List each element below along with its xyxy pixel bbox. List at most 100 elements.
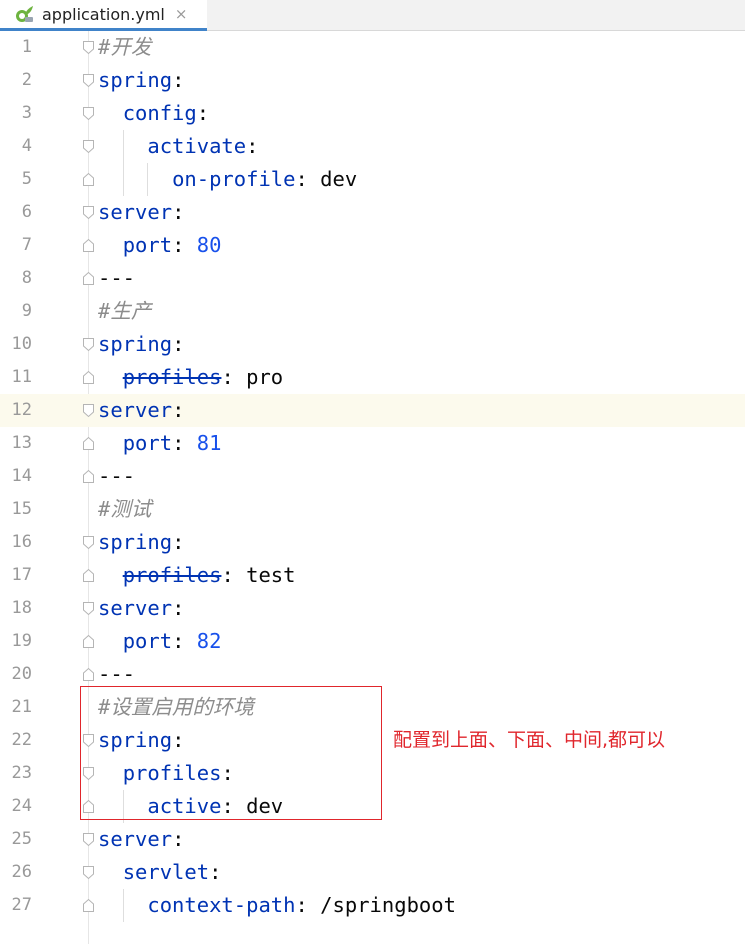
code-text: profiles: pro <box>98 361 283 394</box>
code-line[interactable]: 2 spring: <box>0 64 745 97</box>
line-number: 20 <box>11 664 32 684</box>
code-token: --- <box>98 662 136 686</box>
code-line[interactable]: 7 port: 80 <box>0 229 745 262</box>
fold-collapse-icon[interactable] <box>82 865 95 880</box>
code-token: : <box>172 596 185 620</box>
code-token: profiles <box>122 365 222 389</box>
code-token: config <box>122 101 197 125</box>
line-number: 27 <box>11 895 32 915</box>
code-line[interactable]: 11 profiles: pro <box>0 361 745 394</box>
fold-collapse-icon[interactable] <box>82 205 95 220</box>
line-number: 10 <box>11 334 32 354</box>
code-line[interactable]: 8 --- <box>0 262 745 295</box>
fold-end-icon[interactable] <box>82 469 95 484</box>
code-token: context-path <box>147 893 296 917</box>
line-number: 26 <box>11 862 32 882</box>
fold-end-icon[interactable] <box>82 271 95 286</box>
code-line[interactable]: 13 port: 81 <box>0 427 745 460</box>
fold-collapse-icon[interactable] <box>82 40 95 55</box>
code-token: : <box>172 431 197 455</box>
code-token: : <box>172 332 185 356</box>
code-token: #生产 <box>98 299 152 323</box>
fold-collapse-icon[interactable] <box>82 601 95 616</box>
line-number: 16 <box>11 532 32 552</box>
line-number: 13 <box>11 433 32 453</box>
code-token: : <box>172 200 185 224</box>
fold-end-icon[interactable] <box>82 568 95 583</box>
code-text: on-profile: dev <box>98 163 357 196</box>
code-text: config: <box>98 97 209 130</box>
code-text: server: <box>98 823 184 856</box>
code-text: profiles: test <box>98 559 296 592</box>
annotation-highlight-box <box>80 686 382 820</box>
line-number: 4 <box>21 136 32 156</box>
annotation-note: 配置到上面、下面、中间,都可以 <box>393 729 666 751</box>
code-token: port <box>122 431 173 455</box>
code-token: : <box>172 233 197 257</box>
code-line[interactable]: 18 server: <box>0 592 745 625</box>
code-line[interactable]: 27 context-path: /springboot <box>0 889 745 922</box>
code-line[interactable]: 19 port: 82 <box>0 625 745 658</box>
code-token: profiles <box>122 563 222 587</box>
code-text: port: 81 <box>98 427 222 460</box>
code-text: context-path: /springboot <box>98 889 456 922</box>
code-token: activate <box>147 134 247 158</box>
line-number: 7 <box>21 235 32 255</box>
line-number: 11 <box>11 367 32 387</box>
fold-end-icon[interactable] <box>82 436 95 451</box>
code-token: : <box>172 530 185 554</box>
fold-end-icon[interactable] <box>82 238 95 253</box>
code-line[interactable]: 16 spring: <box>0 526 745 559</box>
code-text: server: <box>98 196 184 229</box>
fold-collapse-icon[interactable] <box>82 535 95 550</box>
fold-collapse-icon[interactable] <box>82 106 95 121</box>
line-number: 8 <box>21 268 32 288</box>
line-number: 21 <box>11 697 32 717</box>
code-text: server: <box>98 592 184 625</box>
code-token: : <box>246 134 259 158</box>
line-number: 2 <box>21 70 32 90</box>
fold-end-icon[interactable] <box>82 634 95 649</box>
code-text: spring: <box>98 64 184 97</box>
code-line[interactable]: 12 server: <box>0 394 745 427</box>
code-line[interactable]: 15 #测试 <box>0 493 745 526</box>
code-line[interactable]: 6 server: <box>0 196 745 229</box>
line-number: 23 <box>11 763 32 783</box>
fold-collapse-icon[interactable] <box>82 139 95 154</box>
code-line[interactable]: 5 on-profile: dev <box>0 163 745 196</box>
editor-tab-bar: application.yml × <box>0 0 745 31</box>
fold-collapse-icon[interactable] <box>82 832 95 847</box>
code-token: : test <box>221 563 296 587</box>
fold-collapse-icon[interactable] <box>82 73 95 88</box>
code-token: on-profile <box>172 167 296 191</box>
code-text: servlet: <box>98 856 222 889</box>
code-line[interactable]: 1 #开发 <box>0 31 745 64</box>
fold-collapse-icon[interactable] <box>82 403 95 418</box>
code-line[interactable]: 3 config: <box>0 97 745 130</box>
fold-end-icon[interactable] <box>82 898 95 913</box>
fold-collapse-icon[interactable] <box>82 337 95 352</box>
code-line[interactable]: 4 activate: <box>0 130 745 163</box>
code-line[interactable]: 10 spring: <box>0 328 745 361</box>
fold-end-icon[interactable] <box>82 172 95 187</box>
code-line[interactable]: 14 --- <box>0 460 745 493</box>
code-line[interactable]: 25 server: <box>0 823 745 856</box>
code-line[interactable]: 9 #生产 <box>0 295 745 328</box>
code-text: #开发 <box>98 31 151 64</box>
code-text: #测试 <box>98 493 151 526</box>
fold-end-icon[interactable] <box>82 667 95 682</box>
code-token: : pro <box>221 365 284 389</box>
code-token: server <box>98 596 173 620</box>
code-token: : <box>196 101 210 125</box>
line-number: 5 <box>21 169 32 189</box>
tab-close-icon[interactable]: × <box>175 5 188 23</box>
fold-end-icon[interactable] <box>82 370 95 385</box>
code-text: port: 82 <box>98 625 222 658</box>
code-line[interactable]: 26 servlet: <box>0 856 745 889</box>
code-line[interactable]: 17 profiles: test <box>0 559 745 592</box>
tab-application-yml[interactable]: application.yml × <box>0 0 207 31</box>
